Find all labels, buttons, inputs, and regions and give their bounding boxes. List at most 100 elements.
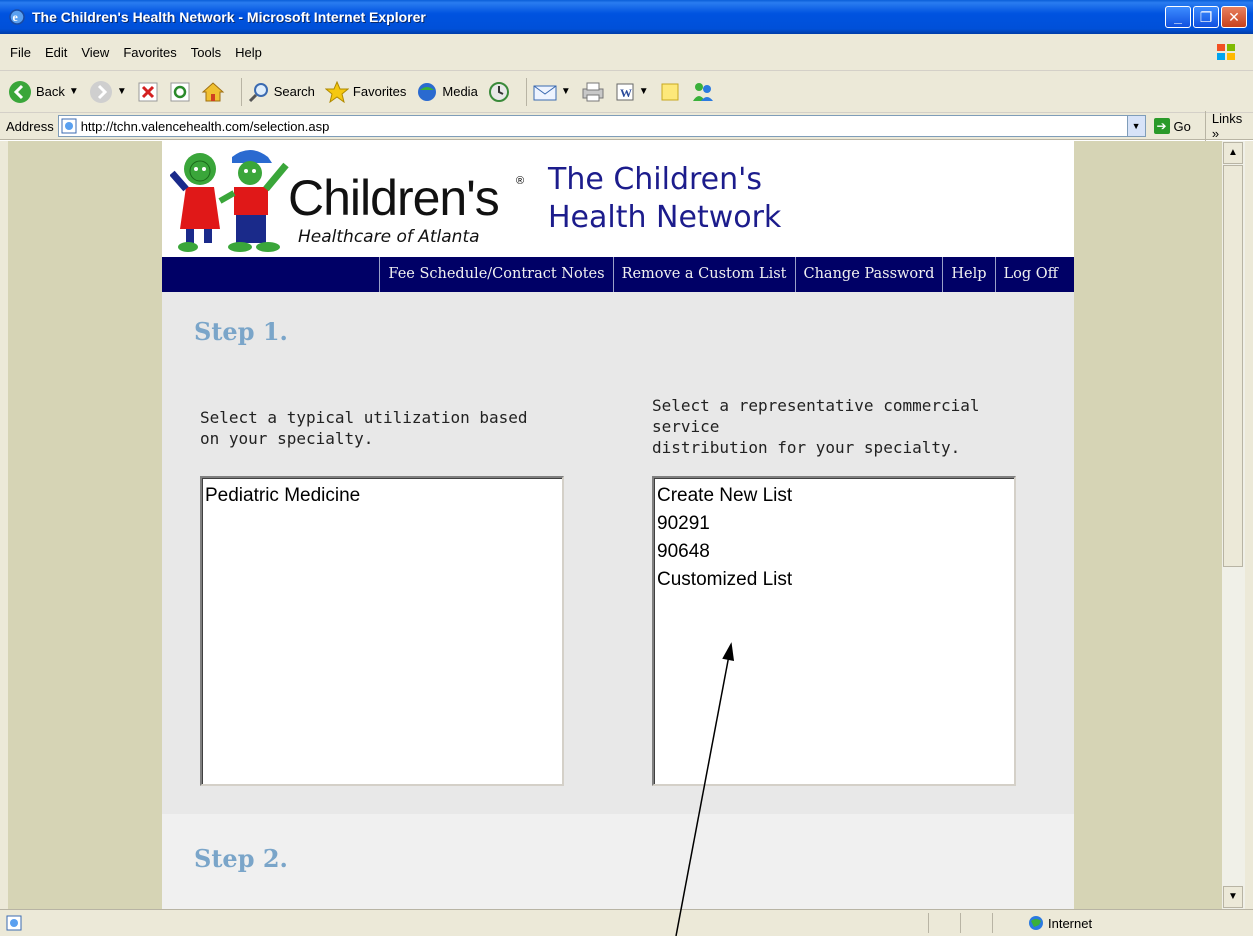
favorites-label: Favorites <box>352 84 407 99</box>
windows-logo-icon <box>1217 44 1235 60</box>
window-controls: _ ❐ ✕ <box>1165 6 1247 28</box>
distribution-instruction-line1: Select a representative commercial <box>652 396 980 415</box>
home-icon[interactable] <box>201 81 225 103</box>
menu-help[interactable]: Help <box>235 45 262 60</box>
edit-dropdown-icon[interactable]: ▼ <box>639 86 649 97</box>
window-title: The Children's Health Network - Microsof… <box>32 9 426 25</box>
nav-help[interactable]: Help <box>942 257 994 292</box>
nav-change-password[interactable]: Change Password <box>794 257 943 292</box>
logo-brand-text: Children's <box>288 170 500 226</box>
menu-edit[interactable]: Edit <box>45 45 67 60</box>
maximize-button[interactable]: ❐ <box>1193 6 1219 28</box>
menu-favorites[interactable]: Favorites <box>123 45 176 60</box>
history-icon[interactable] <box>488 81 510 103</box>
globe-icon <box>1029 916 1043 930</box>
svg-text:e: e <box>13 10 19 24</box>
search-label: Search <box>273 84 315 99</box>
address-input[interactable]: http://tchn.valencehealth.com/selection.… <box>57 115 1146 137</box>
service-distribution-listbox[interactable]: Create New List 90291 90648 Customized L… <box>652 476 1016 786</box>
nav-fee-schedule[interactable]: Fee Schedule/Contract Notes <box>379 257 612 292</box>
scroll-down-icon[interactable]: ▼ <box>1223 886 1243 908</box>
nav-log-off[interactable]: Log Off <box>994 257 1066 292</box>
address-label: Address <box>6 118 54 134</box>
links-label: Links <box>1211 111 1243 126</box>
distribution-instruction-line2: service <box>652 417 720 436</box>
address-dropdown-icon[interactable]: ▼ <box>1126 116 1145 136</box>
menu-bar: File Edit View Favorites Tools Help <box>0 34 1253 71</box>
mail-button[interactable]: ▼ <box>533 82 571 102</box>
status-pane <box>960 913 992 933</box>
messenger-icon[interactable] <box>691 81 715 103</box>
back-button[interactable]: Back ▼ <box>8 80 79 104</box>
close-button[interactable]: ✕ <box>1221 6 1247 28</box>
forward-dropdown-icon[interactable]: ▼ <box>117 86 127 97</box>
word-edit-icon: W <box>616 83 634 100</box>
media-button[interactable]: Media <box>416 81 478 103</box>
scroll-up-icon[interactable]: ▲ <box>1223 142 1243 164</box>
status-pane <box>928 913 960 933</box>
search-button[interactable]: Search <box>248 81 315 103</box>
window-border-left <box>0 141 8 909</box>
utilization-instruction: Select a typical utilization based on yo… <box>200 407 528 449</box>
vertical-scrollbar[interactable]: ▲ ▼ <box>1222 141 1245 909</box>
mail-dropdown-icon[interactable]: ▼ <box>561 86 571 97</box>
page-content: Children's ® Healthcare of Atlanta The C… <box>162 141 1074 909</box>
go-button[interactable]: ➔ Go <box>1153 118 1191 134</box>
print-icon[interactable] <box>581 81 605 103</box>
scroll-thumb[interactable] <box>1223 165 1243 567</box>
refresh-icon[interactable] <box>169 81 191 103</box>
list-item[interactable]: 90291 <box>657 510 1011 538</box>
search-icon <box>248 82 268 102</box>
favorites-button[interactable]: Favorites <box>324 80 407 103</box>
page-icon <box>61 118 77 134</box>
address-bar: Address http://tchn.valencehealth.com/se… <box>0 111 1253 141</box>
links-button[interactable]: Links » <box>1204 111 1253 141</box>
mail-icon <box>533 85 557 100</box>
minimize-button[interactable]: _ <box>1165 6 1191 28</box>
status-pane <box>992 913 1024 933</box>
step1-heading: Step 1. <box>194 317 288 346</box>
go-arrow-icon: ➔ <box>1153 118 1170 134</box>
list-item[interactable]: 90648 <box>657 538 1011 566</box>
internet-explorer-icon: e <box>9 9 25 25</box>
toolbar-separator <box>525 77 527 106</box>
page-status-icon <box>6 915 22 931</box>
edit-button[interactable]: W ▼ <box>615 82 649 102</box>
media-label: Media <box>442 84 478 99</box>
specialty-listbox[interactable]: Pediatric Medicine <box>200 476 564 786</box>
forward-arrow-icon <box>89 80 112 103</box>
kids-mascot-icon <box>169 150 289 252</box>
address-url: http://tchn.valencehealth.com/selection.… <box>80 118 330 134</box>
status-bar: Internet <box>0 909 1253 936</box>
site-title: The Children's Health Network <box>548 161 781 237</box>
list-item[interactable]: Create New List <box>657 482 1011 510</box>
back-label: Back <box>36 84 65 99</box>
svg-text:W: W <box>620 86 632 100</box>
toolbar-separator <box>240 77 242 106</box>
site-title-line1: The Children's <box>548 162 763 197</box>
security-zone: Internet <box>1028 915 1092 931</box>
page-viewport: Children's ® Healthcare of Atlanta The C… <box>8 141 1230 909</box>
stop-icon[interactable] <box>137 81 159 103</box>
status-panes <box>928 913 1024 933</box>
note-icon[interactable] <box>659 81 681 103</box>
nav-remove-custom-list[interactable]: Remove a Custom List <box>612 257 795 292</box>
favorites-star-icon <box>324 80 349 103</box>
forward-button[interactable]: ▼ <box>89 80 127 104</box>
utilization-instruction-line2: on your specialty. <box>200 429 374 448</box>
utilization-instruction-line1: Select a typical utilization based <box>200 408 528 427</box>
list-item[interactable]: Customized List <box>657 566 1011 594</box>
main-nav: Fee Schedule/Contract Notes Remove a Cus… <box>162 257 1074 292</box>
menu-view[interactable]: View <box>81 45 109 60</box>
media-icon <box>418 82 437 101</box>
back-dropdown-icon[interactable]: ▼ <box>69 86 79 97</box>
window-border-right <box>1245 141 1253 909</box>
browser-window: e The Children's Health Network - Micros… <box>0 0 1253 936</box>
go-label: Go <box>1173 118 1191 134</box>
menu-tools[interactable]: Tools <box>191 45 221 60</box>
menu-file[interactable]: File <box>10 45 31 60</box>
distribution-instruction-line3: distribution for your specialty. <box>652 438 961 457</box>
childrens-healthcare-logo[interactable]: Children's ® Healthcare of Atlanta <box>169 143 530 255</box>
title-bar: e The Children's Health Network - Micros… <box>0 0 1253 34</box>
list-item[interactable]: Pediatric Medicine <box>205 482 559 510</box>
